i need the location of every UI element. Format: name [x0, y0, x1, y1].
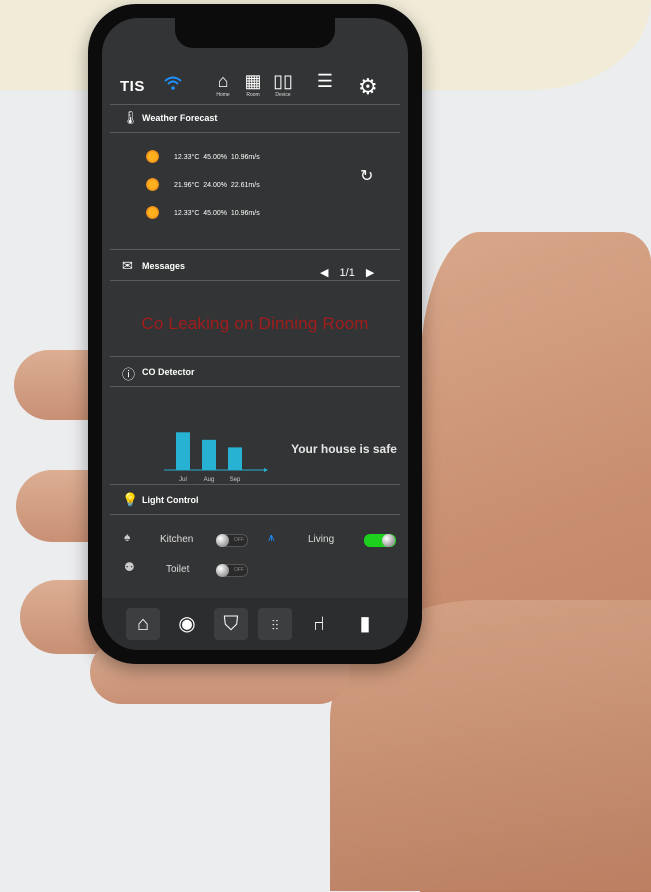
- grid-icon: ▦: [244, 71, 262, 91]
- nav-home-label: Home: [216, 92, 230, 98]
- nav-device-label: Device: [275, 92, 291, 98]
- light-item-kitchen: ♠ Kitchen OFF: [124, 530, 254, 552]
- chart-tick-label: Aug: [204, 477, 215, 483]
- toggle-state: OFF: [234, 567, 244, 573]
- message-page-count: 1/1: [339, 267, 355, 279]
- bottom-nav-bar: ⌂ ◉ ⛉ ⫶⫶ ⑁ ▮: [102, 598, 408, 650]
- bulb-icon: 💡: [122, 492, 139, 507]
- bottom-door-button[interactable]: ▮: [348, 608, 382, 640]
- weather-header: 🌡 Weather Forecast: [102, 106, 408, 132]
- weather-humidity: 45.00%: [203, 154, 228, 161]
- sun-icon: [146, 178, 159, 191]
- weather-title: Weather Forecast: [142, 113, 218, 123]
- nav-database-button[interactable]: ☰: [312, 72, 338, 90]
- thermometer-icon: 🌡: [122, 110, 139, 125]
- lights-title: Light Control: [142, 495, 199, 505]
- co-header: ⓘ CO Detector: [102, 360, 408, 386]
- light-toggle-living[interactable]: ON: [364, 534, 396, 547]
- light-item-toilet: ⚉ Toilet OFF: [124, 560, 254, 582]
- divider: [110, 104, 400, 105]
- bottom-security-button[interactable]: ⛉: [214, 608, 248, 640]
- nav-room-button[interactable]: ▦ Room: [240, 72, 266, 98]
- chart-tick-label: Jul: [179, 477, 187, 483]
- home-icon: ⌂: [217, 71, 229, 91]
- nav-home-button[interactable]: ⌂ Home: [210, 72, 236, 98]
- weather-humidity: 24.00%: [203, 182, 228, 189]
- shield-icon: ⛉: [223, 613, 239, 635]
- door-icon: ▮: [359, 613, 371, 635]
- bottom-audio-button[interactable]: ⫶⫶: [258, 608, 292, 640]
- ceiling-light-icon: ⩚: [268, 530, 275, 544]
- chart-bar: [202, 439, 216, 470]
- brand-logo: TIS: [120, 78, 145, 95]
- prev-arrow-icon[interactable]: ◀: [320, 266, 328, 279]
- bottom-camera-button[interactable]: ◉: [170, 608, 204, 640]
- phone-body: TIS ⌂ Home ▦ Room ▯▯ Device ☰ ⚙ 🌡 Weathe…: [88, 4, 422, 664]
- nav-room-label: Room: [246, 92, 260, 98]
- refresh-icon[interactable]: ↻: [360, 166, 373, 186]
- weather-temp: 12.33°C: [174, 210, 200, 217]
- database-icon: ☰: [316, 71, 334, 91]
- weather-wind: 10.96m/s: [230, 154, 260, 161]
- top-nav-bar: TIS ⌂ Home ▦ Room ▯▯ Device ☰ ⚙: [102, 66, 408, 106]
- axis-arrow: [264, 468, 268, 472]
- weather-humidity: 45.00%: [203, 210, 228, 217]
- light-toggle-kitchen[interactable]: OFF: [216, 534, 248, 547]
- webcam-icon: ◉: [178, 613, 196, 635]
- chart-bar: [176, 432, 190, 470]
- next-arrow-icon[interactable]: ▶: [366, 266, 374, 279]
- co-detector-icon: ⓘ: [122, 367, 136, 382]
- chart-tick-label: Sep: [230, 477, 241, 483]
- equalizer-icon: ⫶⫶: [271, 617, 279, 633]
- divider: [110, 514, 400, 515]
- lamp-icon: ♠: [124, 530, 131, 544]
- divider: [110, 132, 400, 133]
- phone-notch: [175, 18, 335, 48]
- weather-wind: 10.96m/s: [230, 210, 260, 217]
- bottom-home-button[interactable]: ⌂: [126, 608, 160, 640]
- sun-icon: [146, 206, 159, 219]
- weather-temp: 21.96°C: [174, 182, 200, 189]
- light-name: Toilet: [166, 564, 190, 575]
- co-title: CO Detector: [142, 367, 195, 377]
- wifi-icon: [164, 76, 182, 95]
- weather-wind: 22.61m/s: [230, 182, 260, 189]
- divider: [110, 386, 400, 387]
- bottom-scene-button[interactable]: ⑁: [302, 608, 336, 640]
- divider: [110, 356, 400, 357]
- toilet-icon: ⚉: [124, 560, 135, 574]
- chart-bar: [228, 447, 242, 470]
- app-screen: TIS ⌂ Home ▦ Room ▯▯ Device ☰ ⚙ 🌡 Weathe…: [102, 18, 408, 650]
- home-icon: ⌂: [136, 613, 150, 635]
- divider: [110, 249, 400, 250]
- chair-icon: ⑁: [313, 613, 325, 635]
- message-pager: ◀ 1/1 ▶: [316, 266, 378, 279]
- gear-icon[interactable]: ⚙: [358, 74, 378, 100]
- light-name: Living: [308, 534, 335, 545]
- co-chart: Jul Aug Sep: [164, 432, 268, 483]
- messages-title: Messages: [142, 261, 186, 271]
- divider: [110, 280, 400, 281]
- light-name: Kitchen: [160, 534, 194, 545]
- co-status-text: Your house is safe: [291, 442, 397, 456]
- divider: [110, 484, 400, 485]
- message-text: Co Leaking on Dinning Room: [141, 314, 369, 333]
- lights-header: 💡 Light Control: [102, 488, 408, 514]
- toggle-state: ON: [368, 537, 376, 543]
- weather-temp: 12.33°C: [174, 154, 200, 161]
- envelope-icon: ✉: [122, 258, 133, 273]
- nav-device-button[interactable]: ▯▯ Device: [270, 72, 296, 98]
- light-toggle-toilet[interactable]: OFF: [216, 564, 248, 577]
- sun-icon: [146, 150, 159, 163]
- toggle-state: OFF: [234, 537, 244, 543]
- device-icon: ▯▯: [273, 71, 293, 91]
- light-item-living: ⩚ Living ON: [264, 530, 404, 552]
